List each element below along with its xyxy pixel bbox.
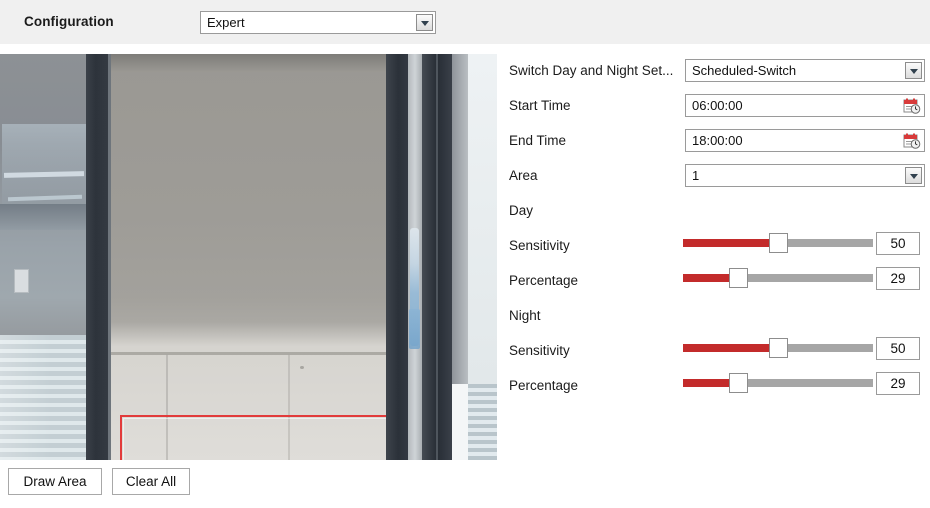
live-video-preview[interactable] <box>0 54 497 460</box>
clear-all-button[interactable]: Clear All <box>112 468 190 495</box>
floor-line <box>111 352 386 355</box>
configuration-mode-select[interactable]: Expert <box>200 11 436 34</box>
door-frame-left <box>86 54 110 460</box>
wall-mark <box>300 366 304 369</box>
area-select[interactable]: 1 <box>685 164 925 187</box>
door-frame-mid <box>386 54 408 460</box>
right-lower-wall <box>452 384 468 460</box>
configuration-mode-value: Expert <box>207 15 245 30</box>
calendar-clock-icon[interactable] <box>903 97 921 115</box>
start-time-input[interactable]: 06:00:00 <box>685 94 925 117</box>
night-sensitivity-slider[interactable] <box>683 338 873 358</box>
back-wall <box>111 54 386 460</box>
detection-region-inner-border <box>123 418 387 460</box>
area-label: Area <box>509 168 538 183</box>
night-sensitivity-fill <box>683 344 778 352</box>
wall-plate <box>14 269 29 293</box>
wall-top-shadow <box>111 54 386 72</box>
day-sensitivity-value[interactable]: 50 <box>876 232 920 255</box>
switch-mode-select[interactable]: Scheduled-Switch <box>685 59 925 82</box>
end-time-value: 18:00:00 <box>692 133 743 148</box>
end-time-label: End Time <box>509 133 567 148</box>
night-section-label: Night <box>509 308 541 323</box>
draw-area-button[interactable]: Draw Area <box>8 468 102 495</box>
header-bar: Configuration Expert <box>0 0 930 44</box>
start-time-value: 06:00:00 <box>692 98 743 113</box>
day-percentage-slider[interactable] <box>683 268 873 288</box>
day-section-label: Day <box>509 203 534 218</box>
night-percentage-label: Percentage <box>509 378 579 393</box>
day-percentage-value[interactable]: 29 <box>876 267 920 290</box>
right-door-edge <box>452 54 468 384</box>
switch-mode-label: Switch Day and Night Set... <box>509 63 674 78</box>
chevron-down-icon[interactable] <box>905 167 922 184</box>
end-time-input[interactable]: 18:00:00 <box>685 129 925 152</box>
door-frame-seam <box>436 54 438 460</box>
night-percentage-handle[interactable] <box>729 373 749 393</box>
night-sensitivity-handle[interactable] <box>769 338 788 358</box>
day-percentage-label: Percentage <box>509 273 579 288</box>
right-window-glass <box>468 54 497 384</box>
glass-dark-band <box>0 204 86 230</box>
day-percentage-handle[interactable] <box>729 268 749 288</box>
night-percentage-slider[interactable] <box>683 373 873 393</box>
blinds-sheen <box>0 335 86 460</box>
night-percentage-value[interactable]: 29 <box>876 372 920 395</box>
day-sensitivity-slider[interactable] <box>683 233 873 253</box>
switch-mode-value: Scheduled-Switch <box>692 63 797 78</box>
night-sensitivity-value[interactable]: 50 <box>876 337 920 360</box>
calendar-clock-icon[interactable] <box>903 132 921 150</box>
page-title: Configuration <box>24 14 114 29</box>
camera-config-page: Configuration Expert Draw Area Clear All… <box>0 0 930 508</box>
glass-highlight <box>2 124 86 204</box>
night-sensitivity-label: Sensitivity <box>509 343 570 358</box>
chevron-down-icon[interactable] <box>905 62 922 79</box>
day-sensitivity-handle[interactable] <box>769 233 788 253</box>
hanging-object-tip <box>409 309 420 349</box>
chevron-down-icon[interactable] <box>416 14 433 31</box>
day-sensitivity-label: Sensitivity <box>509 238 570 253</box>
start-time-label: Start Time <box>509 98 571 113</box>
right-window-blinds <box>468 384 497 460</box>
area-value: 1 <box>692 168 700 183</box>
day-sensitivity-fill <box>683 239 778 247</box>
